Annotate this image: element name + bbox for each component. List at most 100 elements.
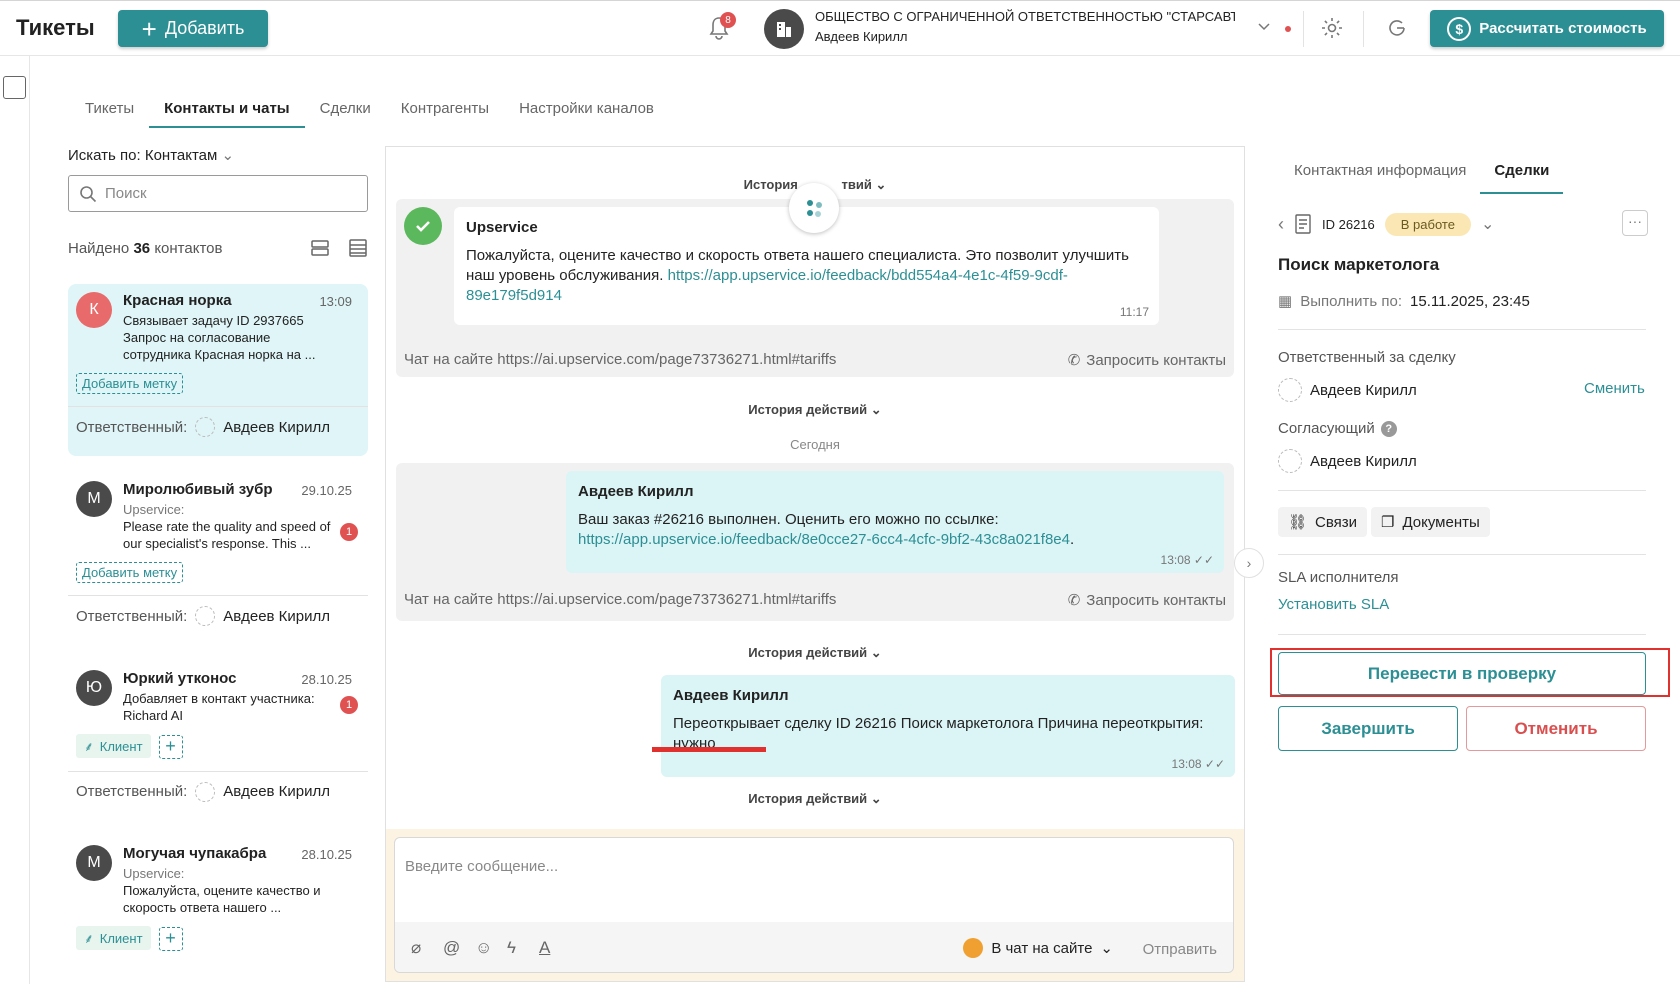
list-view-icon[interactable] — [348, 238, 368, 258]
text-format-icon[interactable]: A — [539, 938, 550, 958]
tab-deals[interactable]: Сделки — [1480, 150, 1564, 194]
chevron-right-icon[interactable]: › — [1234, 548, 1264, 578]
change-responsible-link[interactable]: Сменить — [1584, 380, 1645, 397]
channel-label: В чат на сайте — [991, 939, 1093, 957]
message-author: Авдеев Кирилл — [673, 687, 789, 704]
top-bar: Тикеты + Добавить 8 ОБЩЕСТВО С ОГРАНИЧЕНН… — [0, 0, 1680, 56]
gear-icon[interactable] — [1320, 16, 1344, 40]
more-options-button[interactable]: ··· — [1622, 210, 1648, 236]
filter-settings-icon[interactable] — [3, 76, 26, 99]
set-sla-link[interactable]: Установить SLA — [1278, 596, 1389, 613]
calculate-cost-button[interactable]: $ Рассчитать стоимость — [1430, 10, 1664, 47]
chevron-down-icon: ⌄ — [221, 147, 235, 164]
history-toggle[interactable]: История действий ⌄ — [386, 645, 1244, 661]
due-value: 15.11.2025, 23:45 — [1410, 292, 1530, 310]
documents-button[interactable]: ❐ Документы — [1371, 507, 1490, 537]
responsible: Ответственный: Авдеев Кирилл — [76, 606, 360, 626]
request-contacts-label: Запросить контакты — [1086, 351, 1226, 369]
preview-source: Upservice: — [123, 502, 185, 517]
red-underline-annotation — [652, 747, 766, 752]
tab-deals[interactable]: Сделки — [305, 92, 386, 128]
status-dot — [1285, 26, 1291, 32]
tab-tickets[interactable]: Тикеты — [70, 92, 149, 128]
double-check-icon: ✓✓ — [1204, 757, 1225, 771]
contact-card[interactable]: М Миролюбивый зубр 29.10.25 Upservice: Pl… — [68, 473, 368, 645]
request-contacts-button[interactable]: ✆ Запросить контакты — [1068, 591, 1226, 610]
tab-counterparties[interactable]: Контрагенты — [386, 92, 504, 128]
chat-source: Чат на сайте https://ai.upservice.com/pa… — [404, 351, 837, 368]
search-placeholder: Поиск — [105, 185, 147, 202]
leaf-icon: ⸙ — [84, 931, 94, 946]
composer-toolbar: ⌀ @ ☺ ϟ A В чат на сайте ⌄ Отправить — [395, 922, 1233, 972]
message-text: Пожалуйста, оцените качество и скорость … — [466, 246, 1147, 306]
view-toggle — [310, 238, 368, 258]
add-tag-button[interactable]: Добавить метку — [76, 373, 184, 394]
finish-button[interactable]: Завершить — [1278, 706, 1458, 751]
channel-select[interactable]: В чат на сайте ⌄ — [963, 938, 1113, 958]
chevron-down-icon: ⌄ — [870, 791, 882, 806]
history-toggle[interactable]: История действий ⌄ — [386, 402, 1244, 418]
add-tag-button[interactable]: Добавить метку — [76, 562, 184, 583]
found-suffix: контактов — [154, 240, 223, 257]
chevron-left-icon[interactable]: ‹ — [1278, 214, 1284, 235]
help-icon[interactable]: ? — [1380, 420, 1397, 437]
links-button[interactable]: ⛓ Связи — [1278, 507, 1368, 537]
contact-name: Юркий утконос — [123, 670, 237, 687]
leaf-icon: ⸙ — [84, 739, 94, 754]
lightning-icon[interactable]: ϟ — [507, 938, 516, 958]
client-tag[interactable]: ⸙ Клиент — [76, 926, 151, 950]
preview-text: Please rate the quality and speed of our… — [123, 519, 331, 551]
history-label: История действий — [748, 402, 868, 417]
avatar — [195, 606, 216, 626]
add-button[interactable]: + Добавить — [118, 10, 268, 47]
contact-card[interactable]: Ю Юркий утконос 28.10.25 Добавляет в кон… — [68, 662, 368, 820]
cancel-button[interactable]: Отменить — [1466, 706, 1646, 751]
message-time: 13:08 ✓✓ — [1161, 553, 1214, 567]
org-avatar[interactable] — [764, 9, 804, 49]
feedback-link[interactable]: https://app.upservice.io/feedback/8e0cce… — [578, 531, 1070, 548]
avatar: Ю — [76, 670, 112, 706]
due-date: ▦ Выполнить по: 15.11.2025, 23:45 — [1278, 292, 1530, 311]
responsible-label: Ответственный: — [76, 418, 188, 436]
mention-icon[interactable]: @ — [443, 938, 460, 958]
add-tag-plus-button[interactable]: + — [158, 734, 183, 759]
message-body: Ваш заказ #26216 выполнен. Оценить его м… — [578, 511, 999, 528]
request-contacts-button[interactable]: ✆ Запросить контакты — [1068, 351, 1226, 370]
send-button[interactable]: Отправить — [1143, 941, 1217, 958]
status-badge[interactable]: В работе — [1384, 212, 1471, 236]
tab-contacts-chats[interactable]: Контакты и чаты — [149, 92, 305, 128]
search-input[interactable]: Поиск — [68, 175, 368, 212]
divider — [68, 770, 368, 772]
deal-header: ‹ ID 26216 В работе ⌄ ··· — [1278, 210, 1648, 238]
contact-card[interactable]: М Могучая чупакабра 28.10.25 Upservice: П… — [68, 837, 368, 974]
org-name[interactable]: ОБЩЕСТВО С ОГРАНИЧЕННОЙ ОТВЕТСТВЕННОСТЬЮ… — [815, 9, 1235, 24]
tab-channel-settings[interactable]: Настройки каналов — [504, 92, 669, 128]
responsible-name: Авдеев Кирилл — [223, 783, 331, 801]
compact-view-icon[interactable] — [310, 238, 330, 258]
refresh-icon[interactable] — [1385, 16, 1409, 40]
dollar-icon: $ — [1447, 16, 1472, 41]
history-label-end: твий — [841, 177, 872, 192]
search-by-dropdown[interactable]: Искать по: Контактам ⌄ — [68, 146, 234, 164]
emoji-icon[interactable]: ☺ — [475, 938, 492, 958]
chevron-down-icon: ⌄ — [1100, 940, 1113, 957]
contact-preview: Добавляет в контакт участника: Richard A… — [123, 690, 333, 724]
client-tag[interactable]: ⸙ Клиент — [76, 734, 151, 758]
responsible-label: Ответственный: — [76, 607, 188, 625]
history-toggle[interactable]: История действий ⌄ — [386, 791, 1244, 807]
check-icon — [404, 207, 442, 245]
contact-card[interactable]: К Красная норка 13:09 Связывает задачу I… — [68, 284, 368, 456]
divider — [68, 595, 368, 596]
message-composer[interactable]: Введите сообщение... ⌀ @ ☺ ϟ A В чат на … — [394, 837, 1234, 973]
chevron-down-icon[interactable] — [1256, 19, 1272, 35]
deal-title: Поиск маркетолога — [1278, 255, 1440, 274]
tab-contact-info[interactable]: Контактная информация — [1280, 150, 1480, 194]
chat-channel-icon — [963, 938, 984, 958]
chevron-down-icon[interactable]: ⌄ — [1481, 214, 1494, 234]
chat-messages[interactable]: История твий ⌄ Upservice Пожалуйста, оце… — [386, 147, 1244, 833]
divider — [1278, 490, 1646, 491]
paperclip-icon[interactable]: ⌀ — [411, 938, 421, 958]
sla-label: SLA исполнителя — [1278, 569, 1399, 586]
building-icon — [777, 22, 791, 37]
add-tag-plus-button[interactable]: + — [158, 926, 183, 951]
